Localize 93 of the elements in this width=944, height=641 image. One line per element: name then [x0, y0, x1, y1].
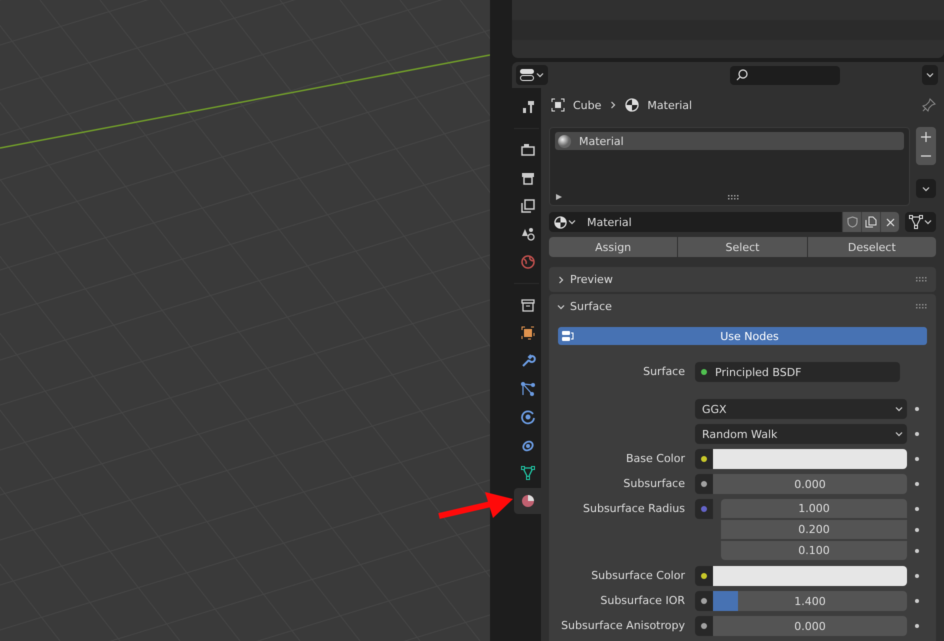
socket-button[interactable]	[695, 474, 713, 494]
number-field[interactable]: 1.000	[721, 499, 907, 518]
duplicate-button[interactable]	[861, 212, 880, 232]
material-slot[interactable]: Material	[555, 132, 904, 150]
keyframe-dot[interactable]	[915, 457, 919, 461]
drag-grip-icon	[916, 277, 928, 282]
wrench-icon	[520, 353, 536, 369]
socket-button[interactable]	[695, 449, 713, 469]
triangle-nodes-icon	[909, 215, 923, 229]
number-field[interactable]: 0.000	[713, 616, 907, 636]
socket-button[interactable]	[695, 566, 713, 586]
keyframe-dot[interactable]	[915, 407, 919, 411]
property-label: Subsurface Anisotropy	[560, 618, 686, 634]
options-dropdown[interactable]	[922, 65, 938, 85]
number-field[interactable]: 0.100	[721, 541, 907, 560]
slot-action-button[interactable]: Assign	[549, 237, 678, 257]
sphere-icon	[558, 134, 571, 148]
caret-icon	[895, 405, 903, 413]
number-field[interactable]: 1.400	[713, 591, 907, 611]
use-nodes-button[interactable]: Use Nodes	[558, 327, 927, 345]
particles-icon	[520, 381, 536, 397]
color-swatch[interactable]	[713, 566, 907, 586]
keyframe-dot[interactable]	[915, 528, 919, 532]
dropdown[interactable]: Random Walk	[695, 424, 907, 444]
chevron-icon	[609, 101, 618, 109]
socket-button[interactable]	[695, 616, 713, 636]
slot-action-button[interactable]: Deselect	[808, 237, 936, 257]
search-icon	[736, 69, 748, 81]
resize-grip-icon[interactable]	[728, 194, 740, 200]
caret-icon	[536, 71, 544, 79]
camera-back-icon	[520, 142, 536, 158]
panel-header[interactable]: Preview	[549, 267, 936, 292]
property-label: Surface	[642, 364, 686, 380]
number-field[interactable]: 0.000	[713, 474, 907, 494]
color-swatch[interactable]	[713, 449, 907, 469]
shield-icon	[846, 216, 858, 228]
plus-icon	[921, 132, 931, 142]
breadcrumb-item: Material	[647, 98, 692, 112]
keyframe-dot[interactable]	[915, 507, 919, 511]
printer-icon	[520, 170, 536, 186]
caret-icon	[926, 71, 934, 79]
properties-tab[interactable]	[514, 488, 541, 514]
keyframe-dot[interactable]	[915, 624, 919, 628]
property-label: Subsurface Radius	[582, 501, 686, 517]
keyframe-dot[interactable]	[915, 549, 919, 553]
specials-dropdown[interactable]	[916, 179, 936, 198]
material-icon	[554, 216, 567, 228]
breadcrumb-item: Cube	[573, 98, 602, 112]
slot-action-button[interactable]: Select	[678, 237, 807, 257]
caret-icon	[895, 430, 903, 438]
minus-icon	[921, 154, 931, 156]
triangle-mesh-icon	[520, 465, 536, 481]
orbit-icon	[520, 409, 536, 425]
object-icon	[551, 98, 565, 112]
toggle-icon	[520, 69, 534, 81]
property-label: Subsurface Color	[590, 568, 686, 584]
keyframe-dot[interactable]	[915, 432, 919, 436]
keyframe-dot[interactable]	[915, 574, 919, 578]
caret-icon	[568, 218, 576, 226]
globe-icon	[520, 254, 536, 270]
unlink-button[interactable]	[880, 212, 899, 232]
caret-icon	[922, 184, 930, 192]
property-label: Subsurface IOR	[599, 593, 686, 609]
property-label: Base Color	[624, 451, 686, 467]
keyframe-dot[interactable]	[915, 599, 919, 603]
dropdown[interactable]: GGX	[695, 399, 907, 419]
archive-box-icon	[520, 297, 536, 313]
drag-grip-icon	[916, 304, 928, 309]
search-field[interactable]	[730, 66, 840, 84]
property-label: Subsurface	[622, 476, 686, 492]
editor-type-button[interactable]	[516, 65, 548, 85]
material-name-field[interactable]: Material	[581, 212, 842, 232]
pin-icon[interactable]	[922, 98, 936, 112]
caret-icon	[924, 218, 932, 226]
keyframe-dot[interactable]	[915, 482, 919, 486]
panel-header[interactable]: Surface	[549, 294, 936, 319]
socket-button[interactable]	[695, 591, 713, 611]
close-icon	[886, 218, 894, 226]
number-field[interactable]: 0.200	[721, 520, 907, 539]
chevron-icon	[557, 276, 565, 284]
sphere-icon	[520, 493, 536, 509]
chevron-icon	[557, 302, 565, 310]
copy-icon	[865, 216, 877, 228]
shader-field[interactable]: Principled BSDF	[695, 362, 900, 382]
square-object-icon	[520, 325, 536, 341]
material-icon	[625, 98, 640, 112]
images-icon	[520, 198, 536, 214]
play-icon[interactable]	[555, 193, 563, 201]
node-link-dropdown[interactable]	[905, 212, 936, 232]
nodes-icon	[561, 330, 575, 342]
shapes-icon	[520, 226, 536, 242]
browse-material-button[interactable]	[549, 212, 581, 232]
fake-user-button[interactable]	[842, 212, 861, 232]
